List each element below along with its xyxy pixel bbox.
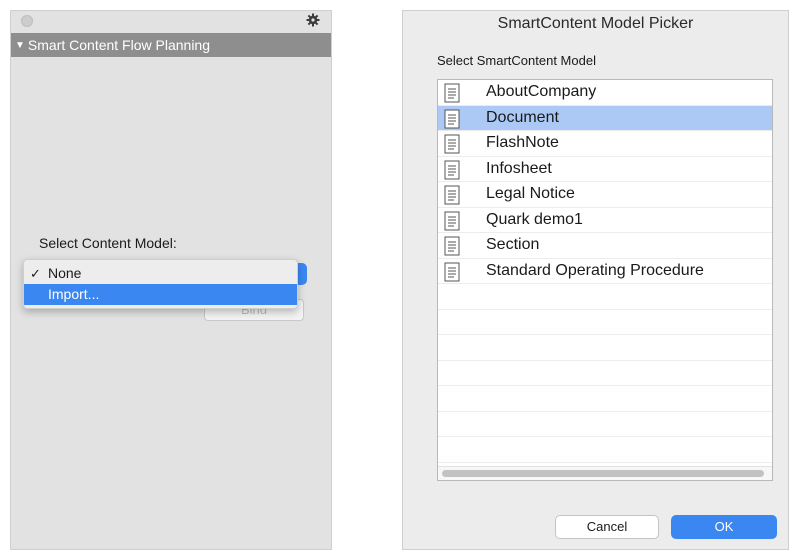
section-title: Smart Content Flow Planning (27, 37, 210, 53)
list-item-label: Section (486, 236, 540, 253)
list-item[interactable]: AboutCompany (438, 80, 772, 106)
content-model-select[interactable] (297, 263, 307, 285)
dialog-title: SmartContent Model Picker (497, 15, 694, 32)
list-item[interactable]: Legal Notice (438, 182, 772, 208)
section-header[interactable]: ▼ Smart Content Flow Planning (11, 33, 331, 57)
list-item-selected[interactable]: Document (438, 105, 772, 131)
disclosure-triangle-icon[interactable]: ▼ (15, 40, 25, 51)
menu-item-label: None (48, 265, 82, 281)
checkmark-icon: ✓ (30, 266, 41, 281)
model-picker-dialog: SmartContent Model Picker Select SmartCo… (402, 10, 789, 550)
scrollbar-thumb[interactable] (442, 470, 764, 477)
list-item-label: Standard Operating Procedure (486, 261, 704, 279)
cancel-button[interactable]: Cancel (555, 515, 659, 539)
document-icon (444, 134, 460, 154)
document-icon (444, 185, 460, 205)
list-item-label: AboutCompany (486, 83, 597, 100)
list-item[interactable]: Section (438, 233, 772, 259)
list-item-label: FlashNote (486, 134, 559, 151)
document-icon (444, 211, 460, 230)
list-item-label: Legal Notice (486, 185, 575, 202)
gear-icon[interactable] (305, 12, 321, 28)
list-item[interactable]: Infosheet (438, 157, 772, 182)
ok-button[interactable]: OK (671, 515, 777, 539)
menu-item-import[interactable]: Import... (24, 284, 297, 305)
list-item[interactable]: Standard Operating Procedure (438, 259, 772, 284)
document-icon (444, 160, 460, 179)
close-button[interactable] (21, 15, 33, 27)
document-icon (444, 109, 460, 128)
document-icon (444, 83, 460, 103)
document-icon (444, 236, 460, 256)
menu-item-none[interactable]: ✓ None (24, 263, 297, 284)
empty-row (438, 412, 772, 437)
content-flow-palette: ▼ Smart Content Flow Planning Select Con… (10, 10, 332, 550)
list-item[interactable]: Quark demo1 (438, 208, 772, 233)
list-item[interactable]: FlashNote (438, 131, 772, 157)
list-item-label: Infosheet (486, 159, 552, 177)
empty-row (438, 284, 772, 310)
empty-row (438, 310, 772, 335)
model-list[interactable]: AboutCompany Document FlashNote Infoshee… (437, 79, 773, 481)
palette-title-bar (11, 11, 331, 33)
empty-row (438, 335, 772, 361)
document-icon (444, 262, 460, 281)
empty-row (438, 386, 772, 412)
menu-item-label: Import... (48, 286, 100, 302)
horizontal-scrollbar[interactable] (438, 466, 772, 480)
list-item-label: Document (486, 108, 559, 126)
select-content-model-label: Select Content Model: (39, 235, 177, 251)
empty-row (438, 361, 772, 386)
list-item-label: Quark demo1 (486, 210, 583, 228)
empty-row (438, 437, 772, 463)
content-model-dropdown-menu: ✓ None Import... (23, 259, 298, 309)
dialog-subtitle: Select SmartContent Model (437, 53, 596, 68)
